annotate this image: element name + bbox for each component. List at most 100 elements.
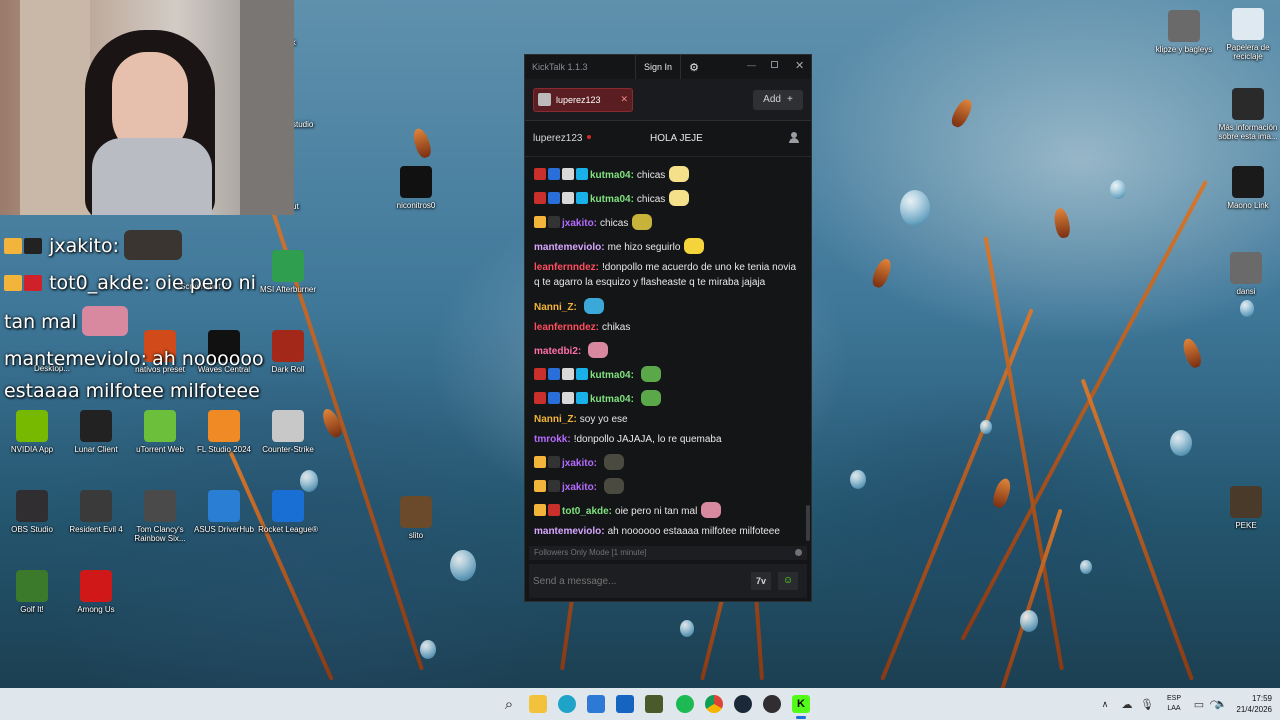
chat-message[interactable]: jxakito: — [534, 478, 804, 495]
chat-username[interactable]: Nanni_Z: — [534, 302, 577, 313]
chat-message[interactable]: leanfernndez: chikas — [534, 320, 804, 335]
search-icon[interactable]: ⌕ — [500, 695, 518, 713]
desktop-icon[interactable]: Golf It! — [0, 570, 64, 614]
chat-message[interactable]: tot0_akde: oie pero ni tan mal — [534, 502, 804, 519]
app-icon — [1230, 486, 1262, 518]
chat-message[interactable]: Nanni_Z: soy yo ese — [534, 412, 804, 427]
app-icon — [16, 490, 48, 522]
desktop-icon[interactable]: Rocket League® — [256, 490, 320, 534]
kick-icon[interactable]: K — [792, 695, 810, 713]
desktop-icon[interactable]: Among Us — [64, 570, 128, 614]
chat-username[interactable]: jxakito: — [562, 218, 597, 229]
steam-icon[interactable] — [734, 695, 752, 713]
chat-message[interactable]: tmrokk: !donpollo JAJAJA, lo re quemaba — [534, 432, 804, 447]
desktop-icon-label: uTorrent Web — [136, 445, 184, 454]
desktop-icon[interactable]: Counter-Strike — [256, 410, 320, 454]
chat-username[interactable]: mantemeviolo: — [534, 242, 605, 253]
desktop-icon[interactable]: NVIDIA App — [0, 410, 64, 454]
kick-emote-icon[interactable]: ☺ — [778, 572, 798, 590]
chat-message[interactable]: leanfernndez: !donpollo me acuerdo de uno… — [534, 260, 804, 290]
game-icon[interactable] — [645, 695, 663, 713]
settings-gear-icon[interactable]: ⚙ — [683, 55, 705, 79]
emote — [640, 390, 661, 406]
microphone-icon[interactable]: 🎙 — [1138, 695, 1156, 713]
obs-icon[interactable] — [763, 695, 781, 713]
desktop-icon-label: MSI Afterburner — [259, 285, 317, 294]
file-explorer-icon[interactable] — [529, 695, 547, 713]
crown-badge-icon — [4, 275, 22, 291]
outlook-icon[interactable] — [616, 695, 634, 713]
chat-username[interactable]: kutma04: — [590, 394, 634, 405]
chat-username[interactable]: Nanni_Z: — [534, 414, 577, 425]
user-list-icon[interactable] — [789, 132, 799, 144]
chat-message[interactable]: kutma04: chicas — [534, 190, 804, 207]
desktop-icon[interactable]: MSI Afterburner — [256, 250, 320, 294]
live-dot-icon — [587, 135, 591, 139]
desktop-icon[interactable]: FL Studio 2024 — [192, 410, 256, 454]
add-tab-button[interactable]: Add + — [753, 89, 803, 110]
desktop-icon[interactable]: OBS Studio — [0, 490, 64, 534]
chat-username[interactable]: tmrokk: — [534, 434, 571, 445]
desktop-icon[interactable]: niconitros0 — [384, 166, 448, 210]
desktop-icon[interactable]: Resident Evil 4 — [64, 490, 128, 534]
maximize-icon[interactable] — [771, 61, 778, 68]
language-indicator[interactable]: ESP LAA — [1162, 694, 1186, 714]
chat-username[interactable]: kutma04: — [590, 194, 634, 205]
desktop-icon[interactable]: uTorrent Web — [128, 410, 192, 454]
tab-close-icon[interactable]: ✕ — [620, 94, 628, 105]
chat-username[interactable]: tot0_akde: — [562, 506, 612, 517]
chat-message[interactable]: kutma04: — [534, 390, 804, 407]
glasses-badge-icon — [24, 238, 42, 254]
edge-browser-icon[interactable] — [558, 695, 576, 713]
desktop-icon[interactable]: Maono Link — [1216, 166, 1280, 210]
store-icon[interactable] — [587, 695, 605, 713]
spotify-icon[interactable] — [676, 695, 694, 713]
overlay-username: mantemeviolo: — [4, 348, 147, 370]
scrollbar-thumb[interactable] — [806, 505, 810, 541]
desktop-icon[interactable]: slito — [384, 496, 448, 540]
chat-message[interactable]: mantemeviolo: ah noooooo estaaaa milfotee… — [534, 524, 804, 539]
7tv-emote-icon[interactable]: 7v — [751, 572, 771, 590]
chrome-icon[interactable] — [705, 695, 723, 713]
message-input[interactable] — [533, 571, 733, 591]
minimize-icon[interactable]: — — [747, 60, 756, 70]
chat-message[interactable]: matedbi2: — [534, 342, 804, 359]
chat-username[interactable]: kutma04: — [590, 170, 634, 181]
desktop-icon[interactable]: ASUS DriverHub — [192, 490, 256, 534]
app-icon — [1230, 252, 1262, 284]
chat-message-list[interactable]: kutma04: chicas kutma04: chicas jxakito: chic… — [525, 158, 813, 544]
chat-message[interactable]: jxakito: — [534, 454, 804, 471]
desktop-icon[interactable]: Papelera de reciclaje — [1216, 8, 1280, 61]
start-windows-icon[interactable] — [471, 695, 488, 712]
desktop-icon[interactable]: Dark Roll — [256, 330, 320, 374]
chat-message[interactable]: kutma04: chicas — [534, 166, 804, 183]
chat-username[interactable]: leanfernndez: — [534, 322, 599, 333]
desktop-icon[interactable]: dansi — [1214, 252, 1278, 296]
desktop-icon[interactable]: PEKE — [1214, 486, 1278, 530]
clock[interactable]: 17:59 21/4/2026 — [1226, 693, 1272, 715]
date: 21/4/2026 — [1236, 705, 1272, 714]
overlay-line: tan mal — [4, 306, 128, 336]
chat-header: luperez123 HOLA JEJE — [525, 121, 811, 157]
chat-username[interactable]: matedbi2: — [534, 346, 581, 357]
chat-message[interactable]: kutma04: — [534, 366, 804, 383]
chat-message[interactable]: jxakito: chicas — [534, 214, 804, 231]
desktop-icon[interactable]: klipze y bagleys — [1152, 10, 1216, 54]
chat-username[interactable]: kutma04: — [590, 370, 634, 381]
info-icon[interactable] — [795, 549, 802, 556]
tab-luperez123[interactable]: luperez123 ✕ — [533, 87, 633, 112]
chat-message[interactable]: Nanni_Z: — [534, 298, 804, 315]
chat-username[interactable]: jxakito: — [562, 482, 597, 493]
close-icon[interactable]: ✕ — [795, 59, 804, 72]
chat-username[interactable]: mantemeviolo: — [534, 526, 605, 537]
sign-in-button[interactable]: Sign In — [635, 55, 681, 79]
chat-message[interactable]: mantemeviolo: me hizo seguirlo — [534, 238, 804, 255]
desktop-icon[interactable]: Lunar Client — [64, 410, 128, 454]
webcam-feed — [0, 0, 294, 215]
desktop-icon[interactable]: Tom Clancy's Rainbow Six... — [128, 490, 192, 543]
onedrive-icon[interactable]: ☁ — [1118, 695, 1136, 713]
chevron-up-icon[interactable]: ∧ — [1096, 695, 1114, 713]
chat-username[interactable]: leanfernndez: — [534, 262, 599, 273]
chat-username[interactable]: jxakito: — [562, 458, 597, 469]
desktop-icon[interactable]: Más información sobre esta ima... — [1216, 88, 1280, 141]
